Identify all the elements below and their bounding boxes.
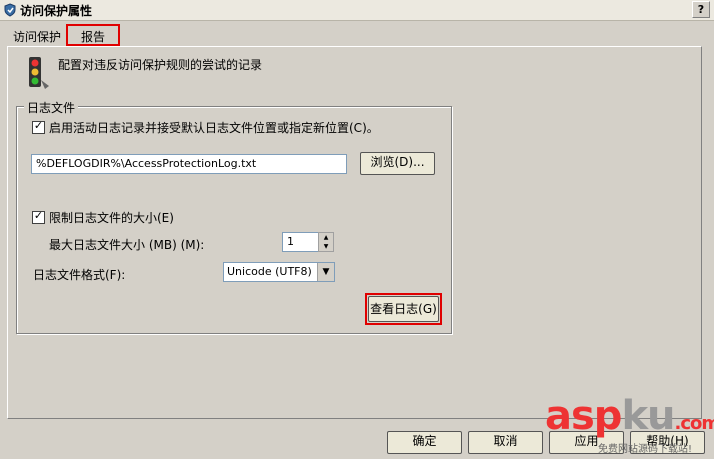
spin-up-icon[interactable]: ▲	[319, 233, 333, 242]
traffic-light-icon	[29, 57, 49, 89]
ok-button[interactable]: 确定	[387, 431, 462, 454]
browse-button[interactable]: 浏览(D)...	[360, 152, 435, 175]
help-button[interactable]: ?	[692, 1, 710, 18]
limit-size-label: 限制日志文件的大小(E)	[49, 211, 174, 225]
max-size-input[interactable]: 1	[282, 232, 319, 252]
window-title: 访问保护属性	[20, 4, 93, 18]
tab-access-protection[interactable]: 访问保护	[8, 28, 66, 46]
log-format-value: Unicode (UTF8)	[227, 265, 312, 278]
log-path-input[interactable]: %DEFLOGDIR%\AccessProtectionLog.txt	[31, 154, 347, 174]
checkmark-icon: ✓	[33, 209, 44, 222]
limit-size-checkbox[interactable]: ✓	[32, 209, 45, 224]
cancel-button[interactable]: 取消	[468, 431, 543, 454]
watermark-subtitle: 免费网站源码下载站!	[598, 444, 693, 455]
spin-down-icon[interactable]: ▼	[319, 242, 333, 251]
enable-logging-label: 启用活动日志记录并接受默认日志文件位置或指定新位置(C)。	[49, 121, 379, 135]
tab-report[interactable]: 报告	[66, 24, 120, 46]
enable-logging-checkbox[interactable]: ✓	[32, 119, 45, 134]
max-size-label: 最大日志文件大小 (MB) (M):	[49, 238, 205, 252]
checkmark-icon: ✓	[33, 119, 44, 132]
highlight-box	[365, 293, 442, 325]
title-bar: 访问保护属性 ?	[0, 0, 714, 21]
shield-icon	[4, 3, 16, 17]
log-format-select[interactable]: Unicode (UTF8) ▼	[223, 262, 335, 282]
max-size-spinner[interactable]: ▲ ▼	[318, 232, 334, 252]
log-file-group-label: 日志文件	[24, 99, 79, 116]
watermark-logo: aspku.com	[545, 393, 714, 439]
report-description: 配置对违反访问保护规则的尝试的记录	[58, 58, 263, 72]
log-format-label: 日志文件格式(F):	[33, 268, 126, 282]
chevron-down-icon[interactable]: ▼	[317, 263, 334, 281]
